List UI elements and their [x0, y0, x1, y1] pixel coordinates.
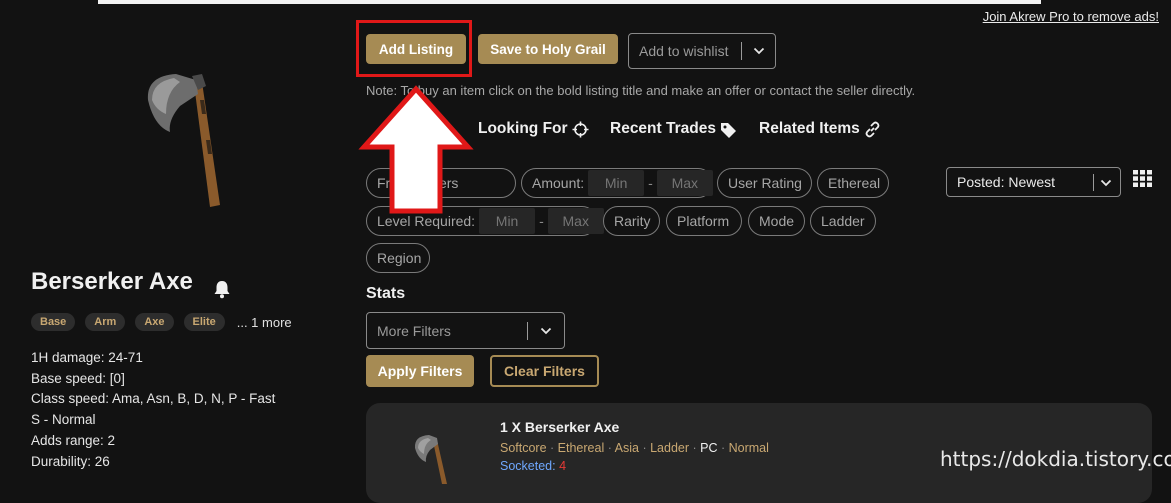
- stat-line: Class speed: Ama, Asn, B, D, N, P - Fast: [31, 391, 276, 407]
- select-divider: [527, 322, 528, 340]
- region-filter[interactable]: Region: [366, 243, 430, 273]
- more-tags-link[interactable]: ... 1 more: [237, 315, 292, 330]
- filter-label: Level Required:: [377, 213, 476, 229]
- ladder-filter[interactable]: Ladder: [810, 206, 876, 236]
- stat-line: Base speed: [0]: [31, 370, 125, 386]
- tag-base[interactable]: Base: [31, 313, 76, 331]
- tag-elite[interactable]: Elite: [183, 313, 225, 331]
- mode-filter[interactable]: Mode: [748, 206, 805, 236]
- amount-max-input[interactable]: [656, 170, 713, 196]
- tab-looking-for[interactable]: Looking For: [478, 120, 589, 138]
- watermark-text: https://dokdia.tistory.com: [940, 447, 1171, 471]
- socketed-label: Socketed:: [500, 459, 556, 473]
- bell-icon[interactable]: [212, 279, 232, 299]
- meta-ladder: Ladder: [650, 441, 690, 455]
- meta-separator: ·: [717, 441, 729, 455]
- link-icon: [865, 121, 880, 137]
- chevron-down-icon[interactable]: [753, 45, 765, 57]
- filter-label: Platform: [677, 213, 730, 229]
- platform-filter[interactable]: Platform: [666, 206, 742, 236]
- crosshair-icon: [572, 121, 589, 137]
- filter-label: Ladder: [821, 213, 865, 229]
- clear-filters-button[interactable]: Clear Filters: [490, 355, 599, 387]
- range-dash: -: [648, 175, 653, 191]
- wishlist-select[interactable]: Add to wishlist: [628, 33, 776, 69]
- meta-softcore: Softcore: [500, 441, 547, 455]
- select-divider: [1093, 174, 1094, 191]
- sort-value: Posted: Newest: [957, 174, 1056, 190]
- filter-label: Mode: [759, 213, 795, 229]
- stats-heading: Stats: [366, 285, 406, 302]
- stat-line: 1H damage: 24-71: [31, 350, 143, 365]
- select-divider: [741, 42, 742, 60]
- grid-view-icon[interactable]: [1133, 170, 1152, 187]
- level-max-input[interactable]: [547, 208, 604, 234]
- annotation-arrow: [358, 85, 474, 214]
- tag-axe[interactable]: Axe: [135, 313, 174, 331]
- highlight-box: [356, 20, 472, 77]
- tab-label: Looking For: [478, 120, 568, 137]
- filter-label: Rarity: [614, 213, 651, 229]
- tab-label: Related Items: [759, 120, 860, 137]
- user-rating-filter[interactable]: User Rating: [717, 168, 812, 198]
- tag-icon: [720, 122, 736, 138]
- sort-select[interactable]: Posted: Newest: [946, 167, 1121, 197]
- amount-min-input[interactable]: [588, 170, 645, 196]
- stat-line: S - Normal: [31, 412, 96, 428]
- stat-line: Adds range: 2: [31, 432, 116, 448]
- berserker-axe-image: [147, 74, 220, 207]
- tab-recent-trades[interactable]: Recent Trades: [610, 120, 737, 138]
- filter-label: Ethereal: [828, 175, 881, 191]
- meta-platform: PC: [700, 441, 718, 455]
- meta-separator: ·: [689, 441, 701, 455]
- listing-item-image: [414, 435, 447, 484]
- apply-filters-button[interactable]: Apply Filters: [366, 355, 474, 387]
- level-min-input[interactable]: [479, 208, 536, 234]
- stat-line: Durability: 26: [31, 453, 110, 469]
- amount-filter[interactable]: Amount: -: [521, 168, 713, 198]
- listing-meta: Softcore · Ethereal · Asia · Ladder · PC…: [500, 441, 769, 455]
- filter-label: Amount:: [532, 175, 585, 191]
- item-tags: Base Arm Axe Elite ... 1 more: [31, 313, 292, 331]
- ethereal-filter[interactable]: Ethereal: [817, 168, 889, 198]
- socketed-value: 4: [559, 459, 567, 473]
- more-filters-placeholder: More Filters: [377, 322, 451, 339]
- chevron-down-icon[interactable]: [540, 325, 552, 337]
- more-filters-select[interactable]: More Filters: [366, 312, 565, 349]
- meta-separator: ·: [604, 441, 615, 455]
- range-dash: -: [539, 213, 544, 229]
- rarity-filter[interactable]: Rarity: [603, 206, 660, 236]
- tab-label: Recent Trades: [610, 120, 716, 137]
- save-holy-grail-button[interactable]: Save to Holy Grail: [478, 34, 618, 64]
- filter-label: Region: [377, 250, 422, 266]
- chevron-down-icon[interactable]: [1100, 177, 1112, 189]
- listing-title[interactable]: 1 X Berserker Axe: [500, 419, 619, 435]
- socketed-info: Socketed: 4: [500, 459, 566, 473]
- meta-mode: Normal: [728, 441, 769, 455]
- remove-ads-link[interactable]: Join Akrew Pro to remove ads!: [983, 9, 1159, 24]
- filter-label: User Rating: [728, 175, 802, 191]
- meta-ethereal: Ethereal: [557, 441, 605, 455]
- item-stats: 1H damage: 24-71 Base speed: [0] Class s…: [31, 348, 275, 472]
- wishlist-placeholder: Add to wishlist: [639, 43, 729, 59]
- tab-related-items[interactable]: Related Items: [759, 120, 881, 138]
- tag-arm[interactable]: Arm: [85, 313, 126, 331]
- top-ad-bar: [98, 0, 1041, 4]
- meta-region: Asia: [614, 441, 639, 455]
- item-title: Berserker Axe: [31, 268, 193, 295]
- meta-separator: ·: [638, 441, 651, 455]
- meta-separator: ·: [546, 441, 558, 455]
